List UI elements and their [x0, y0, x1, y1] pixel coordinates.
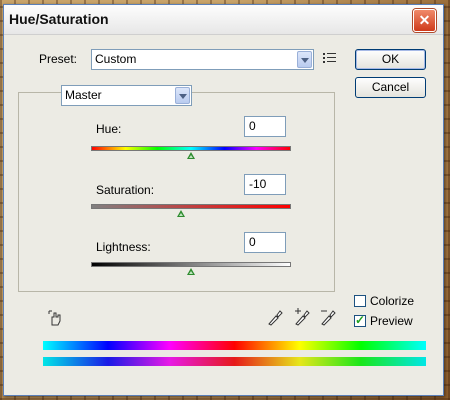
lightness-input[interactable]: 0	[244, 232, 286, 253]
output-color-spectrum	[43, 357, 426, 366]
chevron-down-icon[interactable]	[175, 87, 190, 104]
saturation-slider-thumb[interactable]	[177, 210, 185, 217]
ok-button[interactable]: OK	[355, 49, 426, 70]
chevron-down-icon[interactable]	[297, 51, 312, 68]
hand-adjust-icon[interactable]	[47, 309, 65, 330]
cancel-button[interactable]: Cancel	[355, 77, 426, 98]
colorize-checkbox[interactable]	[354, 295, 366, 307]
title-bar[interactable]: Hue/Saturation ✕	[4, 5, 443, 35]
preview-label: Preview	[370, 314, 413, 328]
preset-options-icon[interactable]	[323, 52, 337, 64]
channel-value: Master	[65, 88, 102, 102]
saturation-slider-track[interactable]	[91, 204, 291, 209]
saturation-input[interactable]: -10	[244, 174, 286, 195]
eyedropper-plus-icon[interactable]	[294, 308, 312, 329]
close-button[interactable]: ✕	[413, 9, 436, 32]
hue-saturation-dialog: Hue/Saturation ✕ Preset: Custom OK Cance…	[3, 4, 444, 396]
lightness-slider-thumb[interactable]	[187, 268, 195, 275]
colorize-label: Colorize	[370, 294, 415, 308]
hue-input[interactable]: 0	[244, 116, 286, 137]
input-color-spectrum	[43, 341, 426, 350]
hue-label: Hue:	[96, 122, 122, 136]
preset-value: Custom	[95, 52, 137, 66]
preset-select[interactable]: Custom	[91, 49, 314, 70]
close-icon: ✕	[418, 12, 431, 28]
dialog-title: Hue/Saturation	[9, 11, 109, 27]
lightness-label: Lightness:	[96, 240, 151, 254]
hue-slider-track[interactable]	[91, 146, 291, 151]
lightness-slider-track[interactable]	[91, 262, 291, 267]
saturation-label: Saturation:	[96, 183, 155, 197]
preview-checkbox[interactable]	[354, 313, 366, 327]
hue-slider-thumb[interactable]	[187, 152, 195, 159]
preset-label: Preset:	[39, 52, 78, 66]
eyedropper-icon[interactable]	[267, 308, 283, 329]
channel-select[interactable]: Master	[61, 85, 192, 106]
eyedropper-minus-icon[interactable]	[320, 308, 338, 329]
